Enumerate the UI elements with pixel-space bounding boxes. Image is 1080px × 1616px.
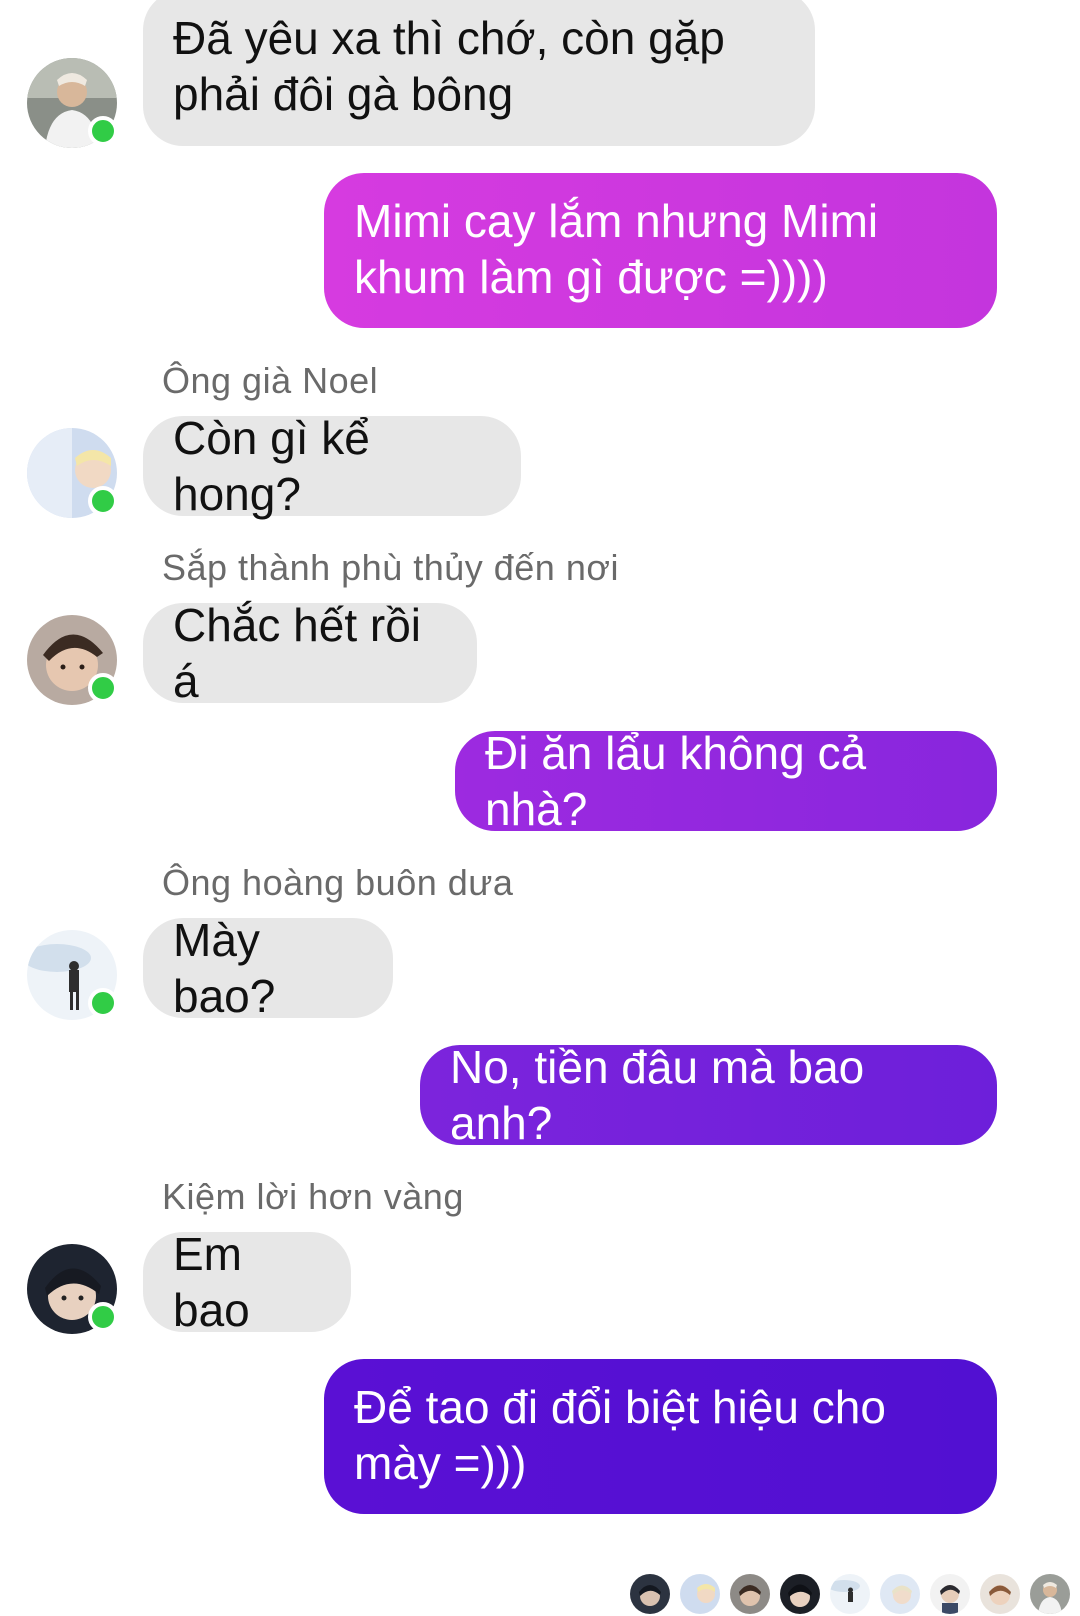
message-text: Đã yêu xa thì chớ, còn gặp phải đôi gà b… [173, 12, 725, 120]
seen-avatar [780, 1574, 820, 1614]
message-bubble[interactable]: Chắc hết rồi á [143, 599, 477, 707]
message-text: Mimi cay lắm nhưng Mimi khum làm gì được… [354, 195, 879, 303]
sender-name: Sắp thành phù thủy đến nơi [162, 547, 619, 588]
seen-avatar [980, 1574, 1020, 1614]
seen-avatar [730, 1574, 770, 1614]
online-status-icon [88, 1302, 118, 1332]
message-bubble[interactable]: Mimi cay lắm nhưng Mimi khum làm gì được… [324, 173, 997, 328]
message-bubble[interactable]: Đã yêu xa thì chớ, còn gặp phải đôi gà b… [143, 0, 815, 146]
message-text: Để tao đi đổi biệt hiệu cho mày =))) [354, 1381, 886, 1489]
message-text: Chắc hết rồi á [173, 599, 422, 707]
seen-avatar [630, 1574, 670, 1614]
message-bubble[interactable]: Để tao đi đổi biệt hiệu cho mày =))) [324, 1359, 997, 1514]
online-status-icon [88, 988, 118, 1018]
seen-avatar [830, 1574, 870, 1614]
message-text: Em bao [173, 1228, 250, 1336]
message-bubble[interactable]: Em bao [143, 1228, 351, 1336]
message-bubble[interactable]: No, tiền đâu mà bao anh? [420, 1041, 997, 1149]
online-status-icon [88, 673, 118, 703]
message-text: Còn gì kể hong? [173, 412, 370, 520]
sender-name: Ông hoàng buôn dưa [162, 862, 514, 903]
online-status-icon [88, 116, 118, 146]
message-thread: Đã yêu xa thì chớ, còn gặp phải đôi gà b… [0, 0, 1080, 1616]
seen-by-avatars[interactable] [630, 1574, 1070, 1616]
seen-avatar [930, 1574, 970, 1614]
sender-name: Kiệm lời hơn vàng [162, 1176, 464, 1217]
online-status-icon [88, 486, 118, 516]
message-text: Mày bao? [173, 914, 276, 1022]
message-text: Đi ăn lẩu không cả nhà? [485, 727, 867, 835]
sender-name: Ông già Noel [162, 360, 379, 401]
message-text: No, tiền đâu mà bao anh? [450, 1041, 865, 1149]
message-bubble[interactable]: Còn gì kể hong? [143, 412, 521, 520]
seen-avatar [880, 1574, 920, 1614]
seen-avatar [680, 1574, 720, 1614]
message-bubble[interactable]: Đi ăn lẩu không cả nhà? [455, 727, 997, 835]
seen-avatar [1030, 1574, 1070, 1614]
message-bubble[interactable]: Mày bao? [143, 914, 393, 1022]
